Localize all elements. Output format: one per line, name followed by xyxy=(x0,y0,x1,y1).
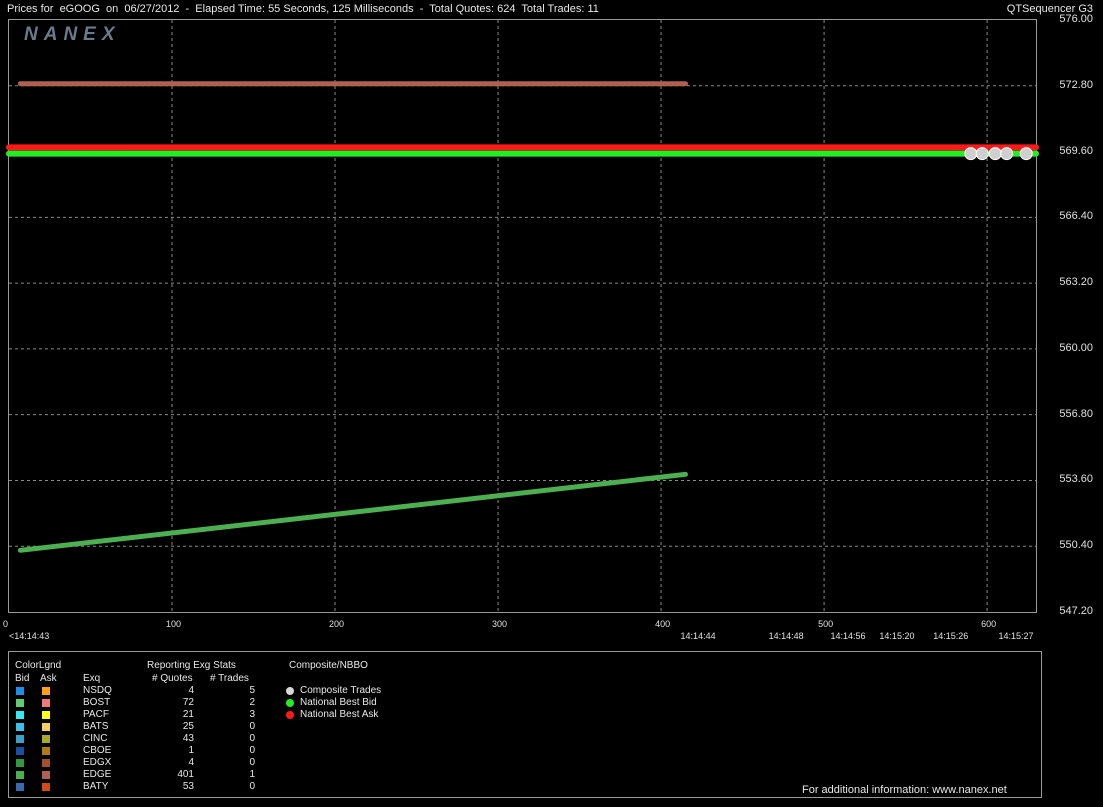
x-tick-label: 600 xyxy=(981,619,997,629)
ask-color-swatch xyxy=(42,735,50,743)
legend-exchange: EDGE xyxy=(83,769,112,780)
composite-label: National Best Ask xyxy=(300,709,379,720)
legend-ask-header: Ask xyxy=(40,673,57,684)
legend-trade-count: 0 xyxy=(249,781,255,792)
ask-color-swatch xyxy=(42,783,50,791)
y-tick-label: 572.80 xyxy=(1059,78,1093,91)
time-tick-label: 14:15:26 xyxy=(933,631,969,641)
legend-trade-count: 5 xyxy=(249,685,255,696)
bid-color-swatch xyxy=(16,735,24,743)
y-tick-label: 566.40 xyxy=(1059,210,1093,223)
composite-color-dot xyxy=(286,687,294,695)
ask-color-swatch xyxy=(42,771,50,779)
x-tick-label: 200 xyxy=(329,619,345,629)
ask-color-swatch xyxy=(42,699,50,707)
ask-color-swatch xyxy=(42,723,50,731)
y-tick-label: 547.20 xyxy=(1059,605,1093,617)
nanex-watermark: NANEX xyxy=(24,24,121,45)
y-tick-label: 569.60 xyxy=(1059,144,1093,157)
ask-color-swatch xyxy=(42,759,50,767)
bid-color-swatch xyxy=(16,759,24,767)
legend-trades-header: # Trades xyxy=(210,673,249,684)
legend-quote-count: 1 xyxy=(188,745,194,756)
legend-exchange: BOST xyxy=(83,697,111,708)
y-tick-label: 560.00 xyxy=(1059,341,1093,354)
legend-quote-count: 53 xyxy=(182,781,194,792)
ask-color-swatch xyxy=(42,687,50,695)
time-tick-label: 14:14:56 xyxy=(830,631,866,641)
legend-exchange: NSDQ xyxy=(83,685,112,696)
trade-marker xyxy=(964,147,978,161)
legend-exq-header: Exq xyxy=(83,673,101,684)
legend-exchange: EDGX xyxy=(83,757,112,768)
x-tick-label: 0 xyxy=(3,619,9,629)
trade-marker xyxy=(1019,147,1033,161)
x-tick-label: 500 xyxy=(818,619,834,629)
legend-exchange: BATY xyxy=(83,781,109,792)
legend-composite-title: Composite/NBBO xyxy=(289,660,368,671)
legend-bid-header: Bid xyxy=(15,673,30,684)
ask-color-swatch xyxy=(42,747,50,755)
x-tick-label: 300 xyxy=(492,619,508,629)
legend-exchange: CBOE xyxy=(83,745,112,756)
legend-quote-count: 43 xyxy=(182,733,194,744)
bid-color-swatch xyxy=(16,783,24,791)
legend-exchange: BATS xyxy=(83,721,109,732)
legend-trade-count: 1 xyxy=(249,769,255,780)
legend-quote-count: 21 xyxy=(182,709,194,720)
composite-label: Composite Trades xyxy=(300,685,382,696)
y-tick-label: 553.60 xyxy=(1059,473,1093,486)
time-tick-label: 14:14:48 xyxy=(768,631,804,641)
composite-color-dot xyxy=(286,711,294,719)
legend-trade-count: 3 xyxy=(249,709,255,720)
time-tick-label: 14:15:20 xyxy=(879,631,915,641)
legend-exchange: PACF xyxy=(83,709,109,720)
bid-color-swatch xyxy=(16,747,24,755)
time-tick-label: 14:14:44 xyxy=(680,631,716,641)
trade-marker xyxy=(1000,147,1014,161)
x-tick-label: 100 xyxy=(166,619,182,629)
bid-color-swatch xyxy=(16,771,24,779)
legend-trade-count: 0 xyxy=(249,757,255,768)
legend-trade-count: 2 xyxy=(249,697,255,708)
legend-panel: ColorLgnd Bid Ask Reporting Exg Stats Co… xyxy=(8,651,1042,798)
legend-quote-count: 25 xyxy=(182,721,194,732)
chart-canvas xyxy=(6,20,1039,612)
legend-exchange: CINC xyxy=(83,733,108,744)
y-tick-label: 563.20 xyxy=(1059,276,1093,289)
bid-color-swatch xyxy=(16,723,24,731)
composite-color-dot xyxy=(286,699,294,707)
ask-color-swatch xyxy=(42,711,50,719)
legend-quote-count: 4 xyxy=(188,685,194,696)
y-tick-label: 556.80 xyxy=(1059,407,1093,420)
legend-stats-title: Reporting Exg Stats xyxy=(147,660,236,671)
legend-quotes-header: # Quotes xyxy=(152,673,193,684)
legend-trade-count: 0 xyxy=(249,733,255,744)
y-tick-label: 576.00 xyxy=(1059,13,1093,25)
composite-label: National Best Bid xyxy=(300,697,377,708)
legend-colorlgnd: ColorLgnd xyxy=(15,660,62,671)
legend-footer: For additional information: www.nanex.ne… xyxy=(802,784,1007,796)
bid-color-swatch xyxy=(16,687,24,695)
legend-quote-count: 72 xyxy=(182,697,194,708)
x-tick-label: 400 xyxy=(655,619,671,629)
time-tick-label: 14:15:27 xyxy=(998,631,1034,641)
legend-trade-count: 0 xyxy=(249,721,255,732)
legend-quote-count: 4 xyxy=(188,757,194,768)
bid-color-swatch xyxy=(16,711,24,719)
bid-color-swatch xyxy=(16,699,24,707)
trade-marker xyxy=(975,147,989,161)
y-tick-label: 550.40 xyxy=(1059,539,1093,552)
legend-trade-count: 0 xyxy=(249,745,255,756)
time-tick-label: <14:14:43 xyxy=(9,631,50,641)
series-line xyxy=(17,471,688,553)
legend-quote-count: 401 xyxy=(177,769,194,780)
trade-marker xyxy=(988,147,1002,161)
